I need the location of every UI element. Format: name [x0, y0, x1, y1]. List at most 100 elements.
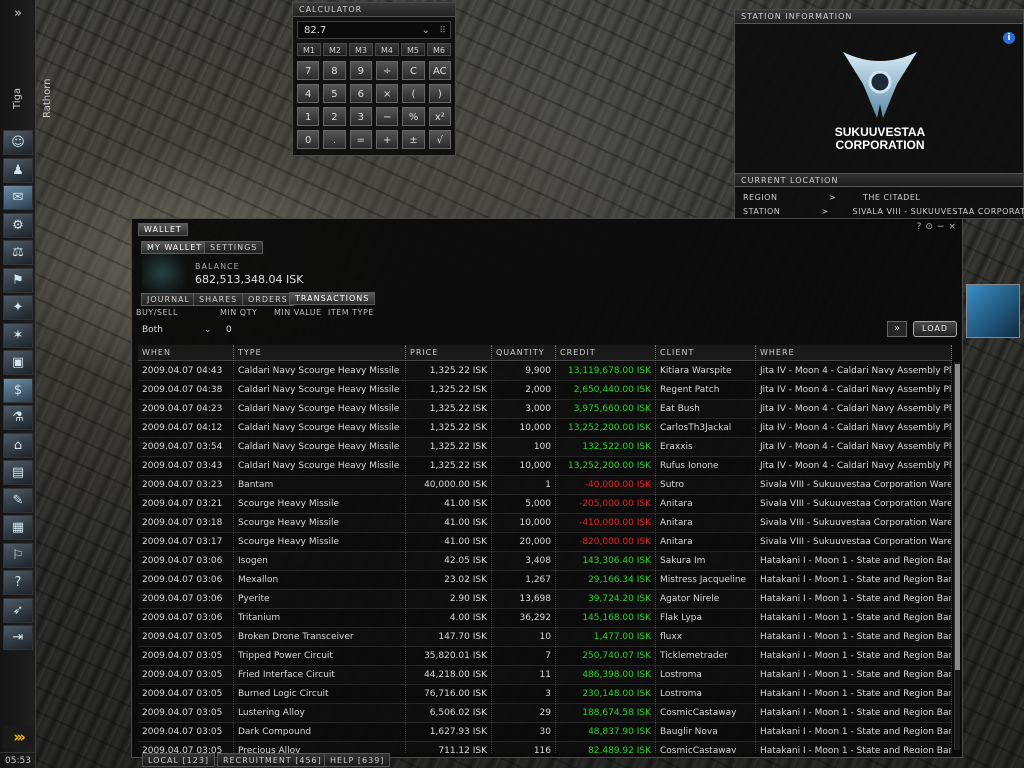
load-button[interactable]: LOAD [913, 321, 957, 337]
table-row[interactable]: 2009.04.07 03:06 Isogen 42.05 ISK 3,408 143,… [138, 552, 952, 571]
calculator-key[interactable]: 0 [297, 130, 320, 149]
chevron-down-icon[interactable]: ⌄ [422, 22, 430, 40]
corporation-icon[interactable]: ⚑ [3, 267, 33, 293]
col-type-header[interactable]: TYPE [234, 345, 406, 361]
pilot-name[interactable]: Tiga Rathorn [3, 70, 53, 126]
undock-icon[interactable]: ⇥ [3, 625, 33, 650]
chevron-down-icon[interactable]: ⌄ [204, 325, 212, 335]
chat-icon[interactable]: ✎ [3, 487, 33, 513]
journal-icon[interactable]: ▤ [3, 460, 33, 485]
calculator-key[interactable]: ± [402, 130, 425, 149]
table-row[interactable]: 2009.04.07 04:23 Caldari Navy Scourge Hea… [138, 400, 952, 419]
active-ship-icon[interactable] [966, 284, 1020, 338]
table-row[interactable]: 2009.04.07 03:05 Dark Compound 1,627.93 IS… [138, 723, 952, 742]
table-row[interactable]: 2009.04.07 04:12 Caldari Navy Scourge Hea… [138, 419, 952, 438]
science-industry-icon[interactable]: ⚗ [3, 405, 33, 430]
table-row[interactable]: 2009.04.07 03:23 Bantam 40,000.00 ISK 1 -40,… [138, 476, 952, 495]
chat-tab-recruitment[interactable]: RECRUITMENT [456] [217, 753, 328, 767]
col-price-header[interactable]: PRICE [406, 345, 492, 361]
ship-icon[interactable]: ➶ [3, 597, 33, 623]
memory-button[interactable]: M5 [401, 43, 425, 56]
tab-orders[interactable]: ORDERS [242, 293, 294, 306]
minimize-icon[interactable]: − [937, 222, 945, 232]
calculator-key[interactable]: = [349, 130, 372, 149]
help-icon[interactable]: ? [917, 222, 922, 232]
calculator-key[interactable]: AC [428, 61, 451, 80]
table-row[interactable]: 2009.04.07 03:05 Fried Interface Circuit 4… [138, 666, 952, 685]
table-row[interactable]: 2009.04.07 03:06 Tritanium 4.00 ISK 36,292 1… [138, 609, 952, 628]
calculator-key[interactable]: 8 [323, 61, 346, 80]
table-row[interactable]: 2009.04.07 03:17 Scourge Heavy Missile 41.… [138, 533, 952, 552]
close-icon[interactable]: × [948, 222, 956, 232]
col-client-header[interactable]: CLIENT [656, 345, 756, 361]
calculator-key[interactable]: x² [428, 107, 451, 126]
memory-button[interactable]: M6 [427, 43, 451, 56]
table-row[interactable]: 2009.04.07 03:18 Scourge Heavy Missile 41.… [138, 514, 952, 533]
calculator-key[interactable]: . [323, 130, 346, 149]
calculator-key[interactable]: 9 [349, 61, 372, 80]
market-icon[interactable]: ⚖ [3, 240, 33, 265]
map-icon[interactable]: ✦ [3, 295, 33, 320]
station-value[interactable]: SIVALA VIII - SUKUUVESTAA CORPORATION [853, 207, 1024, 216]
mail-icon[interactable]: ✉ [3, 185, 33, 210]
calculator-key[interactable]: 1 [297, 107, 320, 126]
calculator-key[interactable]: % [402, 107, 425, 126]
calculator-title[interactable]: CALCULATOR [293, 3, 455, 17]
col-quantity-header[interactable]: QUANTITY [492, 345, 556, 361]
table-scrollbar[interactable] [954, 362, 960, 750]
chat-tab-help[interactable]: HELP [639] [324, 753, 391, 767]
calculator-key[interactable]: 5 [323, 84, 346, 103]
neocom-collapse-button[interactable]: » [8, 6, 28, 22]
calculator-key[interactable]: − [376, 107, 399, 126]
calculator-display[interactable]: 82.7 ⌄ ⠿ [297, 21, 451, 39]
wallet-icon[interactable]: $ [3, 377, 33, 403]
col-credit-header[interactable]: CREDIT [556, 345, 656, 361]
min-qty-input[interactable]: 0 [226, 325, 232, 335]
tab-journal[interactable]: JOURNAL [141, 293, 196, 306]
calculator-key[interactable]: ) [428, 84, 451, 103]
table-row[interactable]: 2009.04.07 03:06 Pyerite 2.90 ISK 13,698 39,… [138, 590, 952, 609]
chat-tab-local[interactable]: LOCAL [123] [142, 753, 216, 767]
calculator-key[interactable]: 4 [297, 84, 320, 103]
people-and-places-icon[interactable]: ♟ [3, 157, 33, 183]
calculator-key[interactable]: 7 [297, 61, 320, 80]
forward-icon[interactable]: » [887, 321, 907, 337]
tab-settings[interactable]: SETTINGS [204, 241, 264, 254]
station-services-icon[interactable]: ⌂ [3, 432, 33, 458]
memory-button[interactable]: M3 [349, 43, 373, 56]
calculator-key[interactable]: ( [402, 84, 425, 103]
table-row[interactable]: 2009.04.07 03:06 Mexallon 23.02 ISK 1,267 29… [138, 571, 952, 590]
table-row[interactable]: 2009.04.07 03:21 Scourge Heavy Missile 41.… [138, 495, 952, 514]
fitting-icon[interactable]: ⚙ [3, 212, 33, 238]
buy-sell-select[interactable]: Both [142, 325, 163, 335]
table-row[interactable]: 2009.04.07 03:54 Caldari Navy Scourge Hea… [138, 438, 952, 457]
pin-icon[interactable]: ⊙ [925, 222, 933, 232]
col-where-header[interactable]: WHERE [756, 345, 952, 361]
memory-button[interactable]: M2 [323, 43, 347, 56]
grid-icon[interactable]: ⠿ [439, 22, 446, 40]
character-sheet-icon[interactable]: ☺ [3, 130, 33, 155]
table-row[interactable]: 2009.04.07 03:43 Caldari Navy Scourge Hea… [138, 457, 952, 476]
table-row[interactable]: 2009.04.07 03:05 Tripped Power Circuit 35,… [138, 647, 952, 666]
region-value[interactable]: THE CITADEL [863, 193, 920, 202]
table-row[interactable]: 2009.04.07 03:05 Precious Alloy 711.12 ISK… [138, 742, 952, 753]
table-row[interactable]: 2009.04.07 03:05 Burned Logic Circuit 76,7… [138, 685, 952, 704]
calculator-key[interactable]: ÷ [376, 61, 399, 80]
undock-arrows-icon[interactable]: ››› [3, 726, 33, 748]
starmap-icon[interactable]: ✶ [3, 322, 33, 348]
calculator-key[interactable]: + [376, 130, 399, 149]
calculator-key[interactable]: √ [428, 130, 451, 149]
col-when-header[interactable]: WHEN [138, 345, 234, 361]
assets-icon[interactable]: ▣ [3, 350, 33, 375]
table-row[interactable]: 2009.04.07 03:05 Lustering Alloy 6,506.02 … [138, 704, 952, 723]
notepad-icon[interactable]: ▦ [3, 515, 33, 540]
calculator-key[interactable]: 3 [349, 107, 372, 126]
tab-shares[interactable]: SHARES [193, 293, 244, 306]
table-row[interactable]: 2009.04.07 03:05 Broken Drone Transceiver… [138, 628, 952, 647]
scrollbar-thumb[interactable] [955, 364, 960, 670]
calculator-key[interactable]: C [402, 61, 425, 80]
table-row[interactable]: 2009.04.07 04:38 Caldari Navy Scourge Hea… [138, 381, 952, 400]
table-row[interactable]: 2009.04.07 04:43 Caldari Navy Scourge Hea… [138, 362, 952, 381]
calculator-key[interactable]: 6 [349, 84, 372, 103]
bookmarks-icon[interactable]: ⚐ [3, 542, 33, 568]
